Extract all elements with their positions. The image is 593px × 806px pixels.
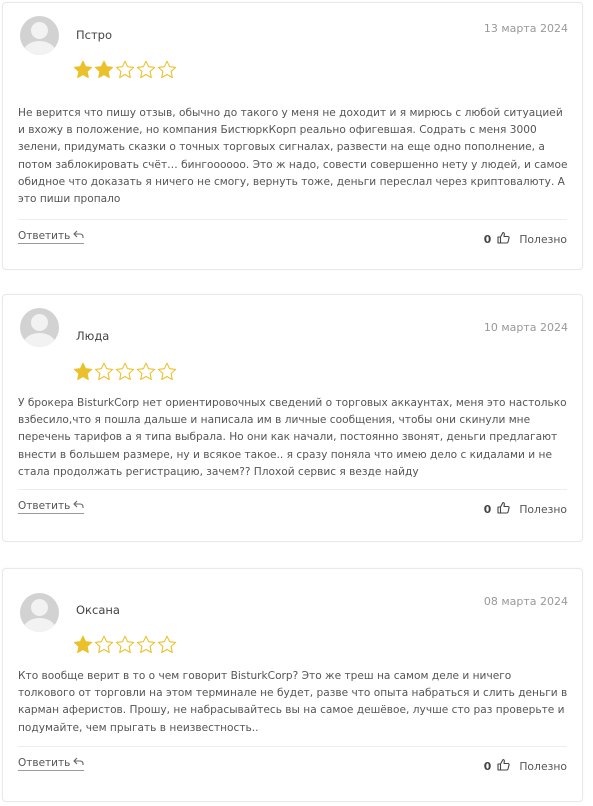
- helpful-label[interactable]: Полезно: [519, 760, 567, 773]
- helpful-block: 0 Полезно: [484, 501, 567, 517]
- reply-label: Ответить: [18, 500, 71, 512]
- reply-arrow-icon: [73, 230, 84, 242]
- divider: [18, 746, 567, 747]
- star-rating: [73, 635, 177, 655]
- reply-arrow-icon: [73, 500, 84, 512]
- helpful-label[interactable]: Полезно: [519, 233, 567, 246]
- review-text: Не верится что пишу отзыв, обычно до так…: [18, 107, 568, 206]
- star-empty-icon: [94, 362, 114, 382]
- divider: [18, 219, 567, 220]
- star-empty-icon: [136, 635, 156, 655]
- reply-label: Ответить: [18, 230, 71, 242]
- reviewer-name: Пстро: [76, 28, 113, 42]
- reply-button[interactable]: Ответить: [18, 500, 85, 514]
- star-empty-icon: [136, 362, 156, 382]
- avatar: [20, 308, 59, 347]
- review-date: 08 марта 2024: [483, 595, 568, 608]
- reply-button[interactable]: Ответить: [18, 757, 85, 771]
- star-filled-icon: [73, 60, 93, 80]
- helpful-block: 0 Полезно: [484, 231, 567, 247]
- star-rating: [73, 362, 177, 382]
- review-card: Люда 10 марта 2024 У брокера BisturkCorp…: [2, 294, 583, 542]
- star-filled-icon: [94, 60, 114, 80]
- star-empty-icon: [157, 635, 177, 655]
- star-empty-icon: [157, 362, 177, 382]
- thumbs-up-icon[interactable]: [497, 758, 510, 774]
- star-rating: [73, 60, 177, 80]
- avatar: [20, 593, 59, 632]
- review-date: 13 марта 2024: [483, 22, 568, 35]
- thumbs-up-icon[interactable]: [497, 231, 510, 247]
- star-empty-icon: [157, 60, 177, 80]
- review-text: Кто вообще верит в то о чем говорит Bist…: [18, 670, 568, 734]
- reply-arrow-icon: [73, 757, 84, 769]
- avatar: [20, 16, 59, 55]
- helpful-block: 0 Полезно: [484, 758, 567, 774]
- review-text: У брокера BisturkCorp нет ориентировочны…: [18, 397, 567, 478]
- divider: [18, 489, 567, 490]
- thumbs-up-icon[interactable]: [497, 501, 510, 517]
- star-empty-icon: [115, 60, 135, 80]
- helpful-label[interactable]: Полезно: [519, 503, 567, 516]
- reviewer-name: Оксана: [76, 603, 120, 617]
- star-filled-icon: [73, 635, 93, 655]
- star-empty-icon: [94, 635, 114, 655]
- star-filled-icon: [73, 362, 93, 382]
- review-card: Оксана 08 марта 2024 Кто вообще верит в …: [2, 568, 583, 802]
- star-empty-icon: [115, 362, 135, 382]
- reply-label: Ответить: [18, 757, 71, 769]
- star-empty-icon: [115, 635, 135, 655]
- reply-button[interactable]: Ответить: [18, 230, 85, 244]
- review-date: 10 марта 2024: [483, 321, 568, 334]
- like-count: 0: [483, 759, 492, 773]
- review-card: Пстро 13 марта 2024 Не верится что пишу …: [2, 2, 583, 270]
- star-empty-icon: [136, 60, 156, 80]
- reviewer-name: Люда: [76, 329, 110, 343]
- like-count: 0: [483, 232, 492, 246]
- like-count: 0: [483, 502, 492, 516]
